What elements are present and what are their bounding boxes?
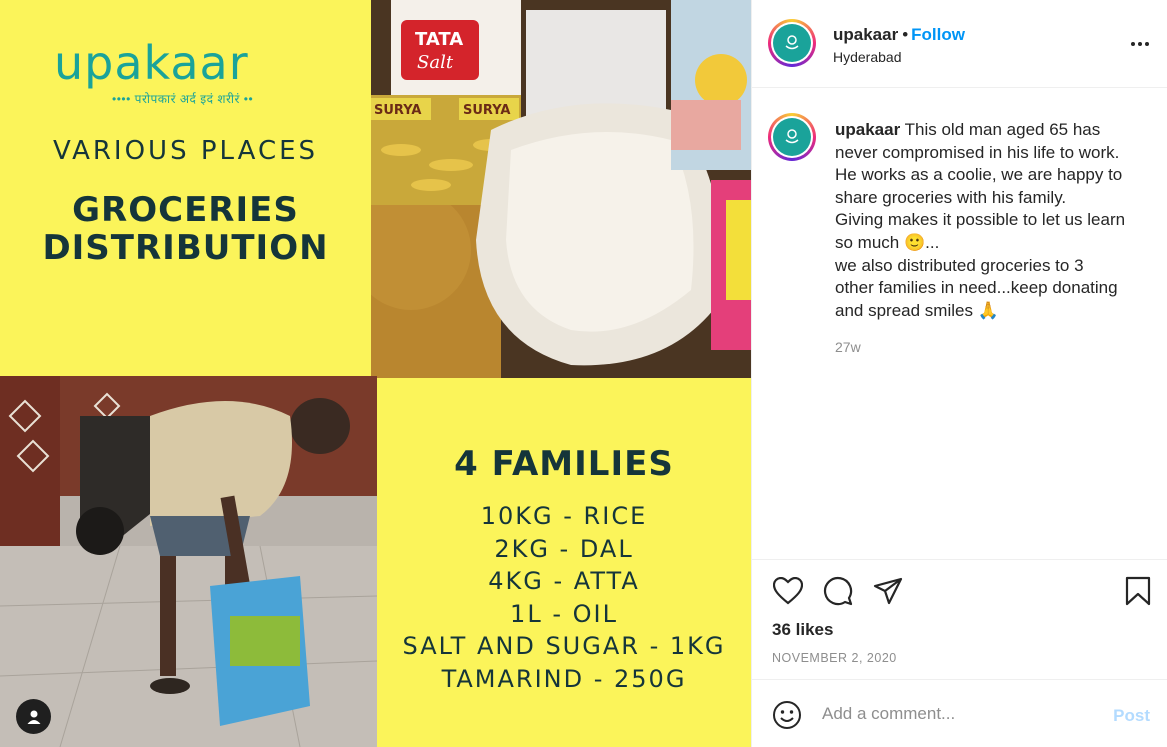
caption-text: we also distributed groceries to 3 <box>835 255 1084 275</box>
poster-title-tile: upakaar •••• परोपकारं अर्द इदं शरीरं •• … <box>0 0 371 376</box>
comment-icon <box>824 577 853 606</box>
location-link[interactable]: Hyderabad <box>833 49 902 65</box>
old-man-illustration <box>0 376 377 747</box>
like-button[interactable] <box>771 574 805 608</box>
tagged-user-button[interactable] <box>16 699 51 734</box>
caption-text: and spread smiles 🙏 <box>835 300 999 320</box>
post-caption: upakaar This old man aged 65 has never c… <box>835 119 1145 322</box>
tata-label: TATA <box>415 29 463 50</box>
caption-text: other families in need...keep donating <box>835 278 1118 298</box>
comment-bar: Post <box>752 679 1167 747</box>
user-icon <box>27 710 40 724</box>
caption-username[interactable]: upakaar <box>835 120 900 139</box>
upakaar-logo-icon <box>773 24 811 62</box>
grocery-item: 10KG - RICE <box>480 502 648 530</box>
post-header: upakaar • Follow Hyderabad <box>752 0 1167 88</box>
families-heading: 4 FAMILIES <box>454 444 674 484</box>
share-icon <box>873 577 903 605</box>
grocery-item: SALT AND SUGAR - 1KG <box>402 632 726 660</box>
follow-button[interactable]: Follow <box>911 25 965 44</box>
groceries-illustration: TATA Salt SURYA SURYA <box>371 0 751 378</box>
families-list-tile: 4 FAMILIES 10KG - RICE 2KG - DAL 4KG - A… <box>377 378 751 747</box>
caption-text: never compromised in his life to work. <box>835 142 1120 162</box>
post-date: NOVEMBER 2, 2020 <box>772 651 897 665</box>
caption-text: so much 🙂... <box>835 232 940 252</box>
caption-text: Giving makes it possible to let us learn <box>835 210 1126 230</box>
comment-input[interactable] <box>822 704 1092 724</box>
post-comment-button[interactable]: Post <box>1113 706 1150 726</box>
separator-dot: • <box>902 25 909 44</box>
avatar[interactable] <box>768 19 816 67</box>
caption-text: share groceries with his family. <box>835 187 1067 207</box>
poster-title-line2: DISTRIBUTION <box>42 228 329 268</box>
grocery-list: 10KG - RICE 2KG - DAL 4KG - ATTA 1L - OI… <box>377 500 751 695</box>
caption-avatar[interactable] <box>768 113 816 161</box>
more-options-button[interactable] <box>1130 30 1150 53</box>
emoji-icon <box>773 701 801 729</box>
post-sidebar: upakaar • Follow Hyderabad upakaar This ol… <box>751 0 1167 747</box>
bookmark-icon <box>1125 576 1151 606</box>
share-button[interactable] <box>871 574 905 608</box>
upakaar-logo: upakaar <box>54 36 249 90</box>
likes-count[interactable]: 36 likes <box>772 620 833 640</box>
emoji-button[interactable] <box>770 698 804 732</box>
logo-tagline: •••• परोपकारं अर्द इदं शरीरं •• <box>112 92 254 106</box>
comment-button[interactable] <box>821 574 855 608</box>
groceries-photo: TATA Salt SURYA SURYA <box>371 0 751 378</box>
action-bar <box>752 560 1167 620</box>
surya-label-2: SURYA <box>463 103 510 118</box>
caption-text: He works as a coolie, we are happy to <box>835 165 1123 185</box>
grocery-item: 1L - OIL <box>510 599 618 628</box>
header-user-row: upakaar • Follow <box>833 25 965 45</box>
instagram-post-page: upakaar •••• परोपकारं अर्द इदं शरीरं •• … <box>0 0 1167 747</box>
salt-label: Salt <box>417 52 454 73</box>
upakaar-logo-icon <box>773 118 811 156</box>
more-horizontal-icon <box>1131 42 1149 46</box>
old-man-photo <box>0 376 377 747</box>
grocery-item: 4KG - ATTA <box>488 567 640 595</box>
grocery-item: TAMARIND - 250G <box>441 664 687 693</box>
poster-title-line1: GROCERIES <box>72 190 299 230</box>
save-button[interactable] <box>1121 574 1155 608</box>
header-username[interactable]: upakaar <box>833 25 898 44</box>
poster-subtitle: VARIOUS PLACES <box>52 136 319 166</box>
surya-label-1: SURYA <box>374 103 421 118</box>
caption-text: This old man aged 65 has <box>904 120 1101 139</box>
heart-icon <box>773 577 803 605</box>
grocery-item: 2KG - DAL <box>494 534 634 563</box>
post-image[interactable]: upakaar •••• परोपकारं अर्द इदं शरीरं •• … <box>0 0 751 747</box>
post-time[interactable]: 27w <box>835 339 861 355</box>
caption-section: upakaar This old man aged 65 has never c… <box>752 88 1167 560</box>
